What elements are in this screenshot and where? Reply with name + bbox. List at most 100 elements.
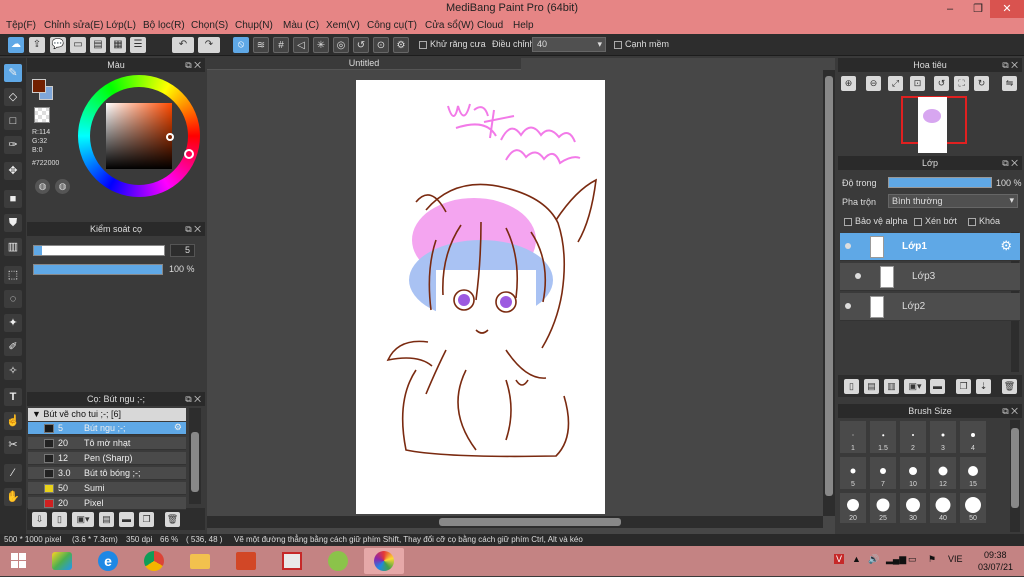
- layer-folder-icon[interactable]: ▬: [930, 379, 945, 394]
- document-tab[interactable]: Untitled: [207, 57, 521, 70]
- fit-window-icon[interactable]: ⛶: [954, 76, 969, 91]
- brush-add-icon[interactable]: ▣▾: [72, 512, 94, 527]
- soft-edge-checkbox[interactable]: Cạnh mềm: [614, 39, 669, 49]
- layer-row[interactable]: Lớp2: [840, 293, 1020, 321]
- flag-icon[interactable]: ⚑: [928, 554, 936, 565]
- panel-float-close-icon[interactable]: ⧉ ✕: [1002, 156, 1018, 170]
- brush-size-cell[interactable]: 30: [899, 492, 927, 524]
- antialias-checkbox[interactable]: Khử răng cưa: [419, 39, 486, 49]
- message-icon[interactable]: ▭: [70, 37, 86, 53]
- rotate-left-icon[interactable]: ↺: [934, 76, 949, 91]
- brush-size-cell[interactable]: 1: [839, 420, 867, 454]
- chrome-app-icon[interactable]: [134, 548, 174, 574]
- no-snap-icon[interactable]: ⦸: [233, 37, 249, 53]
- menu-cloud[interactable]: Cloud: [477, 20, 503, 31]
- app-grid-icon[interactable]: [272, 548, 312, 574]
- foreground-color-swatch[interactable]: [32, 79, 46, 93]
- brush-size-cell[interactable]: 1.5: [869, 420, 897, 454]
- menu-view[interactable]: Xem(V): [326, 20, 360, 31]
- redo-icon[interactable]: ↷: [198, 37, 220, 53]
- correction-select[interactable]: 40 ▾: [532, 37, 606, 52]
- rectangle-tool-icon[interactable]: □: [4, 112, 22, 130]
- operation-tool-icon[interactable]: ☝: [4, 412, 22, 430]
- color-wheel[interactable]: [78, 75, 200, 197]
- medibang-app-icon[interactable]: [364, 548, 404, 574]
- add-layer-menu-icon[interactable]: ▣▾: [904, 379, 926, 394]
- brush-settings-icon[interactable]: ▤: [99, 512, 114, 527]
- circle-snap-icon[interactable]: ◎: [333, 37, 349, 53]
- menu-tools[interactable]: Công cụ(T): [367, 20, 417, 31]
- panel-float-close-icon[interactable]: ⧉ ✕: [185, 392, 201, 406]
- clipping-checkbox[interactable]: Xén bớt: [914, 216, 957, 226]
- sv-picker-handle[interactable]: [166, 133, 174, 141]
- comment-icon[interactable]: 💬: [50, 37, 66, 53]
- layer-settings-gear-icon[interactable]: ⚙: [1000, 238, 1012, 254]
- hand-tool-icon[interactable]: ✋: [4, 488, 22, 506]
- bucket-tool-icon[interactable]: ⛊: [4, 214, 22, 232]
- minimize-button[interactable]: ‒: [936, 0, 964, 18]
- brush-size-cell[interactable]: 50: [959, 492, 987, 524]
- brush-panel-scroll-thumb[interactable]: [191, 432, 199, 492]
- grid-snap-icon[interactable]: #: [273, 37, 289, 53]
- layer-opacity-slider[interactable]: [888, 177, 992, 188]
- cloud-icon[interactable]: ☁: [8, 37, 24, 53]
- gradient-tool-icon[interactable]: ▥: [4, 238, 22, 256]
- clock-time[interactable]: 09:38: [984, 550, 1007, 560]
- brush-opacity-slider[interactable]: [33, 264, 163, 275]
- brush-group-row[interactable]: ▼ Bút vẽ cho tui ;-; [6]: [28, 408, 186, 421]
- layer-visibility-eye-icon[interactable]: [855, 273, 861, 279]
- brush-list-item[interactable]: 50 Sumi: [28, 482, 186, 495]
- parallel-snap-icon[interactable]: ≋: [253, 37, 269, 53]
- curve-snap-icon[interactable]: ↺: [353, 37, 369, 53]
- brush-new-icon[interactable]: ▯: [52, 512, 67, 527]
- select-tool-icon[interactable]: ⬚: [4, 266, 22, 284]
- brush-size-cell[interactable]: 15: [959, 456, 987, 490]
- saturation-value-square[interactable]: [106, 103, 172, 169]
- layer-row[interactable]: Lớp1 ⚙: [840, 233, 1020, 261]
- battery-icon[interactable]: ▭: [908, 554, 917, 565]
- eyedropper-tool-icon[interactable]: ⁄: [4, 464, 22, 482]
- brush-tool-icon[interactable]: ✎: [4, 64, 22, 82]
- brush-size-cell[interactable]: 2: [899, 420, 927, 454]
- layer-visibility-eye-icon[interactable]: [845, 303, 851, 309]
- new-layer-icon[interactable]: ▯: [844, 379, 859, 394]
- canvas-horizontal-scrollbar[interactable]: [207, 516, 823, 528]
- lasso-tool-icon[interactable]: ◌: [4, 290, 22, 308]
- undo-icon[interactable]: ↶: [172, 37, 194, 53]
- brush-folder-icon[interactable]: ▬: [119, 512, 134, 527]
- brush-settings-gear-icon[interactable]: ⚙: [174, 422, 182, 433]
- brush-size-cell[interactable]: 3: [929, 420, 957, 454]
- eraser-tool-icon[interactable]: ◇: [4, 88, 22, 106]
- move-tool-icon[interactable]: ✥: [4, 162, 22, 180]
- drawing-canvas[interactable]: [356, 80, 605, 514]
- panel-float-close-icon[interactable]: ⧉ ✕: [1002, 58, 1018, 72]
- brush-size-cell[interactable]: 10: [899, 456, 927, 490]
- magic-wand-tool-icon[interactable]: ✦: [4, 314, 22, 332]
- snap-settings-icon[interactable]: ⚙: [393, 37, 409, 53]
- merge-layer-icon[interactable]: ⇣: [976, 379, 991, 394]
- windows-start-icon[interactable]: [4, 548, 34, 574]
- page-icon[interactable]: ▤: [90, 37, 106, 53]
- flip-icon[interactable]: ⇋: [1002, 76, 1017, 91]
- zoom-out-icon[interactable]: ⊖: [866, 76, 881, 91]
- brush-size-slider[interactable]: [33, 245, 165, 256]
- layer-visibility-eye-icon[interactable]: [845, 243, 851, 249]
- brush-size-scroll-thumb[interactable]: [1011, 428, 1019, 508]
- pages-icon[interactable]: ▦: [110, 37, 126, 53]
- brush-size-value[interactable]: 5: [170, 244, 195, 257]
- navigator-preview[interactable]: [901, 96, 967, 153]
- brush-panel-scrollbar[interactable]: [189, 408, 201, 504]
- brush-size-cell[interactable]: 7: [869, 456, 897, 490]
- delete-layer-icon[interactable]: 🗑: [1002, 379, 1017, 394]
- menu-window[interactable]: Cửa sổ(W): [425, 20, 474, 31]
- list-icon[interactable]: ☰: [130, 37, 146, 53]
- brush-size-cell[interactable]: 40: [929, 492, 957, 524]
- perspective-snap-icon[interactable]: ◁: [293, 37, 309, 53]
- rotate-right-icon[interactable]: ↻: [974, 76, 989, 91]
- new-halftone-layer-icon[interactable]: ▤: [864, 379, 879, 394]
- brush-size-cell[interactable]: 25: [869, 492, 897, 524]
- actual-size-icon[interactable]: ⊡: [910, 76, 925, 91]
- brush-list-item[interactable]: 12 Pen (Sharp): [28, 452, 186, 465]
- brush-size-scrollbar[interactable]: [1010, 420, 1020, 532]
- maximize-button[interactable]: ❐: [964, 0, 992, 18]
